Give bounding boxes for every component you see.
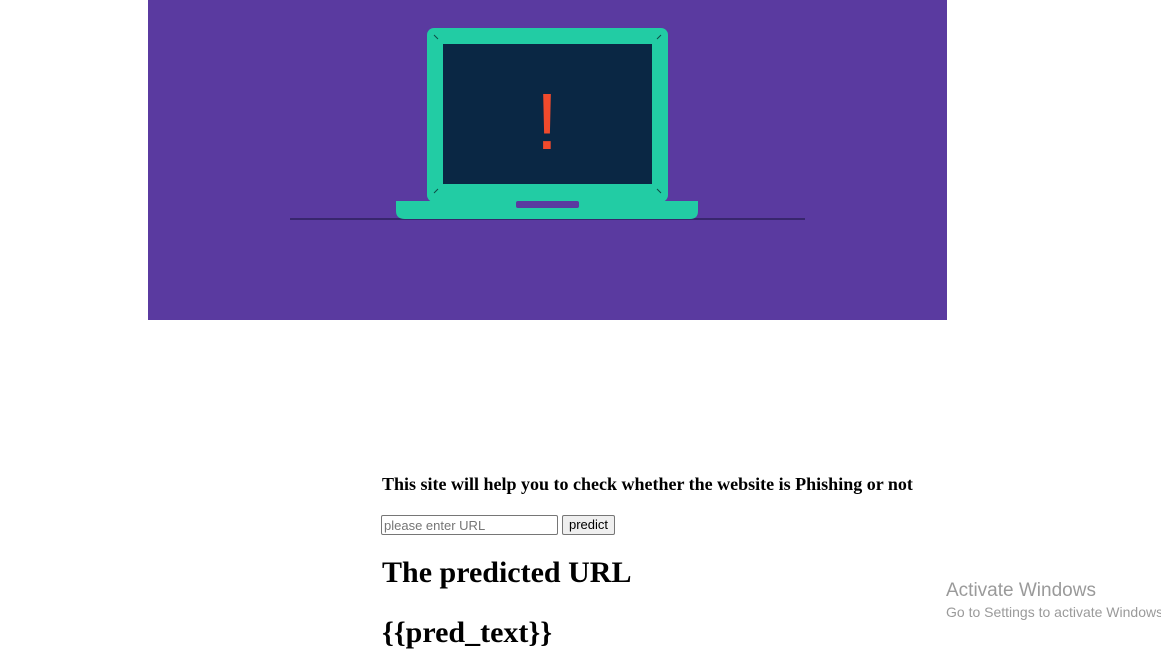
result-heading: The predicted URL: [382, 556, 632, 589]
predict-button[interactable]: predict: [562, 515, 616, 535]
laptop-alert-illustration: !: [148, 0, 947, 320]
result-value: {{pred_text}}: [382, 616, 553, 649]
url-form: predict: [381, 515, 616, 535]
hero-illustration: !: [148, 0, 947, 320]
watermark-subtitle: Go to Settings to activate Windows.: [946, 604, 1161, 620]
laptop-notch: [516, 201, 579, 208]
windows-activation-watermark: Activate Windows Go to Settings to activ…: [946, 580, 1161, 622]
alert-exclamation-icon: !: [536, 77, 558, 166]
watermark-title: Activate Windows: [946, 580, 1096, 601]
url-input[interactable]: [381, 515, 558, 535]
page-headline: This site will help you to check whether…: [382, 474, 913, 494]
